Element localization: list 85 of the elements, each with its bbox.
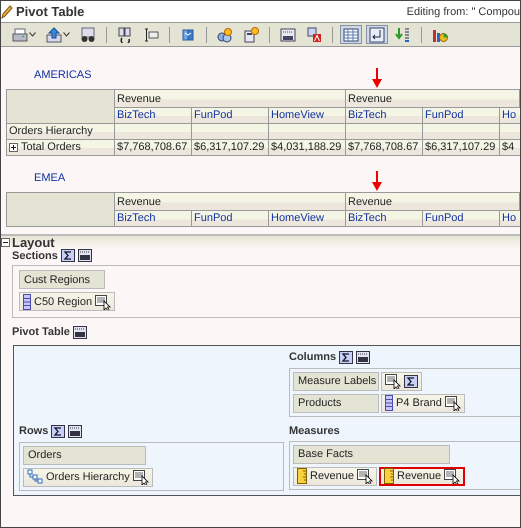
measure-header: Revenue	[115, 90, 346, 108]
sigma-icon[interactable]	[404, 374, 418, 388]
value-cell: $6,317,107.29	[192, 140, 269, 156]
region-title: AMERICAS	[34, 69, 92, 81]
properties-cursor-icon[interactable]	[444, 468, 460, 484]
value-cell: $7,768,708.67	[346, 140, 423, 156]
sigma-icon[interactable]	[339, 350, 354, 364]
group-label: Pivot Table	[12, 326, 70, 338]
ruler-icon	[297, 468, 307, 484]
properties-cursor-icon[interactable]	[95, 294, 112, 310]
hierarchy-icon	[27, 469, 43, 485]
dimension-header: Cust Regions	[19, 270, 105, 289]
item-label: Orders Hierarchy	[46, 471, 130, 483]
caret-icon	[63, 32, 70, 37]
dimension-header: Orders	[23, 446, 146, 464]
column-header[interactable]: FunPod	[423, 211, 500, 227]
pencil-icon	[1, 4, 13, 18]
column-header[interactable]: FunPod	[192, 108, 269, 124]
group-label: Rows	[19, 425, 48, 437]
table-icon	[343, 26, 359, 42]
value-cell: $7,768,708.67	[115, 140, 192, 156]
column-header[interactable]: FunPod	[423, 108, 500, 124]
xyz-format-icon[interactable]	[72, 326, 87, 338]
sort-down-icon	[395, 26, 411, 42]
region-title: EMEA	[34, 172, 66, 184]
sigma-icon[interactable]	[51, 424, 66, 438]
level-icon	[385, 395, 393, 411]
item-label: Revenue	[310, 470, 354, 482]
toolbar-button[interactable]	[366, 25, 388, 44]
layout-item[interactable]: Revenue	[379, 466, 466, 486]
item-label: P4 Brand	[396, 397, 442, 409]
window-title: Pivot Table	[16, 4, 84, 19]
document-a-icon	[306, 26, 322, 42]
group-label: Measures	[289, 424, 340, 436]
column-header[interactable]: HomeView	[269, 211, 346, 227]
xyz-format-icon[interactable]	[68, 424, 82, 438]
column-header[interactable]: BizTech	[346, 211, 423, 227]
measure-header: Revenue	[346, 193, 520, 211]
dimension-header: Base Facts	[293, 444, 450, 464]
properties-cursor-icon[interactable]	[444, 395, 461, 411]
columns-icon	[117, 26, 133, 42]
dimension-header: Measure Labels	[293, 372, 379, 390]
group-label: Sections	[12, 250, 58, 262]
properties-cursor-icon[interactable]	[385, 373, 401, 389]
dimension-header: Products	[293, 394, 379, 412]
layout-item[interactable]: P4 Brand	[381, 394, 465, 412]
section-title: Layout	[12, 235, 55, 250]
column-header[interactable]: BizTech	[115, 108, 192, 124]
item-label: Revenue	[397, 470, 442, 482]
toolbar-button[interactable]	[340, 25, 362, 44]
column-header[interactable]: FunPod	[192, 211, 269, 227]
properties-cursor-icon[interactable]	[132, 469, 149, 485]
item-label: C50 Region	[34, 296, 92, 308]
column-header[interactable]: BizTech	[346, 108, 423, 124]
value-cell: $4,031,188.29	[269, 140, 346, 156]
binoculars-icon	[80, 26, 96, 42]
measure-labels-item[interactable]	[381, 372, 422, 390]
row-dimension-header: Orders Hierarchy	[7, 124, 115, 140]
xyz-format-icon[interactable]	[78, 249, 92, 262]
printer-icon	[12, 26, 28, 42]
expand-icon[interactable]	[9, 143, 18, 152]
editing-source: Editing from: " Compou	[406, 6, 520, 18]
layout-item[interactable]: Orders Hierarchy	[23, 468, 153, 486]
level-icon	[23, 294, 31, 310]
column-header[interactable]: HomeView	[269, 108, 346, 124]
text-cursor-icon	[143, 26, 159, 42]
collapse-icon[interactable]	[1, 238, 10, 247]
group-label: Columns	[289, 351, 336, 363]
xyz-format-icon[interactable]	[356, 350, 370, 364]
measure-header: Revenue	[115, 193, 346, 211]
value-cell: $4	[500, 140, 520, 156]
column-header[interactable]: Ho	[500, 211, 520, 227]
row-label: Total Orders	[21, 140, 81, 155]
sigma-icon[interactable]	[60, 249, 75, 262]
layout-item[interactable]: C50 Region	[19, 292, 116, 311]
column-header[interactable]: BizTech	[115, 211, 192, 227]
column-header[interactable]: Ho	[500, 108, 520, 124]
measure-header: Revenue	[346, 90, 520, 108]
properties-cursor-icon[interactable]	[357, 468, 374, 484]
layout-item[interactable]: Revenue	[293, 466, 378, 486]
ruler-icon	[384, 468, 394, 484]
value-cell: $6,317,107.29	[423, 140, 500, 156]
xyz-format-icon	[280, 26, 296, 42]
upload-icon	[46, 26, 62, 42]
caret-icon	[29, 32, 36, 37]
